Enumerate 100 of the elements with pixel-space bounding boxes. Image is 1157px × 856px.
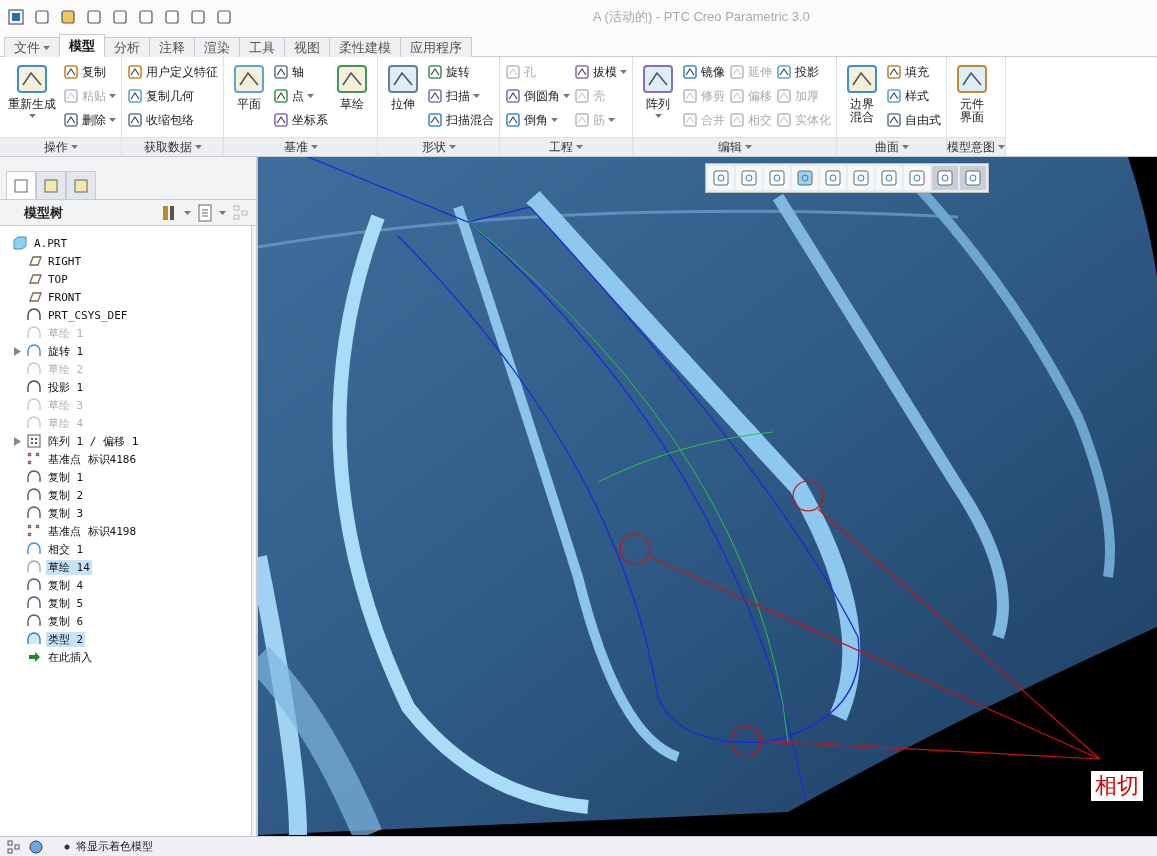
- tree-item[interactable]: 投影 1: [46, 379, 86, 395]
- tool-icon: [273, 64, 289, 80]
- view-button[interactable]: [764, 166, 790, 190]
- tree-item[interactable]: 复制 6: [46, 613, 86, 629]
- view-button[interactable]: [932, 166, 958, 190]
- tree-item[interactable]: 基准点 标识4186: [46, 451, 139, 467]
- view-button[interactable]: [904, 166, 930, 190]
- ribbon-button[interactable]: 坐标系: [273, 110, 328, 130]
- group-label[interactable]: 工程: [500, 137, 632, 156]
- ribbon-tab[interactable]: 模型: [59, 34, 105, 57]
- ribbon-button[interactable]: 样式: [886, 86, 941, 106]
- view-button[interactable]: [792, 166, 818, 190]
- tree-item[interactable]: 旋转 1: [46, 343, 86, 359]
- group-label[interactable]: 操作: [0, 137, 121, 156]
- ribbon-button[interactable]: 草绘: [332, 61, 372, 137]
- ribbon-button[interactable]: 复制: [63, 62, 116, 82]
- list-icon[interactable]: [197, 203, 213, 222]
- ribbon-tab[interactable]: 分析: [104, 37, 150, 57]
- tree-icon[interactable]: [6, 838, 22, 855]
- panel-tab[interactable]: [36, 171, 66, 199]
- ribbon-tab[interactable]: 文件: [4, 37, 60, 57]
- plane-icon: [26, 289, 42, 305]
- ribbon-button[interactable]: 旋转: [427, 62, 494, 82]
- browser-icon[interactable]: [28, 838, 44, 855]
- ribbon-button[interactable]: 点: [273, 86, 328, 106]
- tree-item[interactable]: 复制 3: [46, 505, 86, 521]
- ribbon-tab[interactable]: 视图: [284, 37, 330, 57]
- tree-item[interactable]: 在此插入: [46, 649, 94, 665]
- ribbon-button[interactable]: 重新生成: [5, 61, 59, 137]
- expand-arrow-icon[interactable]: [13, 436, 21, 446]
- view-button[interactable]: [960, 166, 986, 190]
- bullet-icon: [64, 843, 70, 850]
- view-button[interactable]: [736, 166, 762, 190]
- ribbon-tab[interactable]: 注释: [149, 37, 195, 57]
- ribbon-button[interactable]: 自由式: [886, 110, 941, 130]
- ribbon-tab[interactable]: 柔性建模: [329, 37, 401, 57]
- tool-icon: [729, 88, 745, 104]
- tree-item[interactable]: 阵列 1 / 偏移 1: [46, 433, 141, 449]
- ribbon-button[interactable]: 拉伸: [383, 61, 423, 137]
- ribbon-button[interactable]: 投影: [776, 62, 831, 82]
- tree-item[interactable]: 相交 1: [46, 541, 86, 557]
- tool-icon: [386, 63, 420, 95]
- view-button[interactable]: [708, 166, 734, 190]
- ribbon-button[interactable]: 元件界面: [952, 61, 992, 137]
- part-icon: [12, 235, 28, 251]
- view-button[interactable]: [848, 166, 874, 190]
- ribbon-button[interactable]: 镜像: [682, 62, 725, 82]
- ribbon-button[interactable]: 用户定义特征: [127, 62, 218, 82]
- tree-item[interactable]: TOP: [46, 272, 70, 286]
- tree-item[interactable]: 类型 2: [46, 631, 86, 647]
- ribbon-button[interactable]: 收缩包络: [127, 110, 218, 130]
- tool-icon: [574, 88, 590, 104]
- panel-title: 模型树: [24, 203, 64, 222]
- tree-item[interactable]: A.PRT: [32, 236, 70, 250]
- group-label[interactable]: 形状: [378, 137, 499, 156]
- tree-item[interactable]: 复制 5: [46, 595, 86, 611]
- tool-icon: [729, 64, 745, 80]
- group-label[interactable]: 基准: [224, 137, 377, 156]
- tree-item[interactable]: FRONT: [46, 290, 84, 304]
- tree-item[interactable]: 复制 4: [46, 577, 86, 593]
- ribbon-tab[interactable]: 工具: [239, 37, 285, 57]
- group-label[interactable]: 曲面: [837, 137, 946, 156]
- plane-icon: [26, 253, 42, 269]
- plane-icon: [26, 271, 42, 287]
- ribbon-button[interactable]: 扫描混合: [427, 110, 494, 130]
- window-title: A (活动的) - PTC Creo Parametric 3.0: [593, 8, 810, 26]
- group-label[interactable]: 获取数据: [122, 137, 223, 156]
- ribbon-button[interactable]: 平面: [229, 61, 269, 137]
- panel-tab[interactable]: [66, 171, 96, 199]
- group-label[interactable]: 模型意图: [947, 137, 1005, 156]
- ribbon-button[interactable]: 倒圆角: [505, 86, 570, 106]
- ribbon-button[interactable]: 轴: [273, 62, 328, 82]
- caret-icon: [901, 145, 909, 149]
- tool-icon: [886, 112, 902, 128]
- ribbon-button[interactable]: 扫描: [427, 86, 494, 106]
- ribbon-button[interactable]: 倒角: [505, 110, 570, 130]
- tool-icon: [641, 63, 675, 95]
- tool-icon: [127, 88, 143, 104]
- expand-arrow-icon[interactable]: [13, 346, 21, 356]
- ribbon-button[interactable]: 拔模: [574, 62, 627, 82]
- panel-tab[interactable]: [6, 171, 36, 199]
- tree-item[interactable]: PRT_CSYS_DEF: [46, 308, 130, 322]
- ribbon-button[interactable]: 填充: [886, 62, 941, 82]
- view-button[interactable]: [820, 166, 846, 190]
- tree-item[interactable]: 复制 1: [46, 469, 86, 485]
- tree-item[interactable]: 草绘 14: [46, 559, 92, 575]
- tree-item[interactable]: 基准点 标识4198: [46, 523, 139, 539]
- ribbon-tab[interactable]: 渲染: [194, 37, 240, 57]
- ribbon-button[interactable]: 复制几何: [127, 86, 218, 106]
- group-label[interactable]: 编辑: [633, 137, 836, 156]
- tool-icon: [273, 88, 289, 104]
- view-button[interactable]: [876, 166, 902, 190]
- ribbon-button[interactable]: 边界混合: [842, 61, 882, 137]
- tree-item[interactable]: 复制 2: [46, 487, 86, 503]
- tool-icon: [776, 64, 792, 80]
- tree-item[interactable]: RIGHT: [46, 254, 84, 268]
- ribbon-button[interactable]: 删除: [63, 110, 116, 130]
- ribbon-tab[interactable]: 应用程序: [400, 37, 472, 57]
- tool-icon: [729, 112, 745, 128]
- ribbon-button[interactable]: 阵列: [638, 61, 678, 137]
